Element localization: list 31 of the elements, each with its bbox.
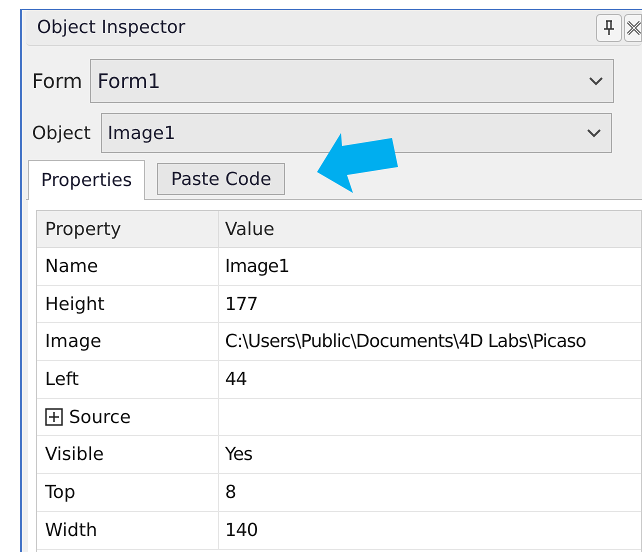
property-value: 44 <box>225 368 247 392</box>
property-name: Visible <box>45 443 104 468</box>
close-button[interactable] <box>624 14 642 42</box>
column-header: Value <box>224 218 276 242</box>
property-value: 177 <box>225 292 258 317</box>
tab[interactable]: Properties <box>28 160 145 200</box>
chevron-icon <box>589 76 604 86</box>
property-name: Top <box>45 480 76 505</box>
property-name: Left <box>45 368 79 392</box>
form-label: Form <box>32 68 82 95</box>
object-label: Object <box>32 122 91 146</box>
expand-icon[interactable] <box>45 408 63 426</box>
column-header: Property <box>37 211 219 247</box>
property-name: Image <box>45 330 102 354</box>
property-name: Width <box>45 518 98 543</box>
property-value: 8 <box>225 480 236 505</box>
form-dropdown[interactable]: Form1 <box>90 59 614 103</box>
pin-icon <box>603 20 615 36</box>
property-value: 140 <box>225 518 258 543</box>
property-value: C:\Users\Public\Documents\4D Labs\Picaso <box>225 330 586 354</box>
chevron-icon <box>586 128 601 138</box>
property-name: Height <box>45 292 105 317</box>
close-icon <box>627 20 641 34</box>
pin-button[interactable] <box>596 14 622 42</box>
property-value: Yes <box>225 443 252 468</box>
panel-title: Object Inspector <box>37 16 186 40</box>
property-name: Source <box>69 406 131 430</box>
tab[interactable]: Paste Code <box>156 163 286 195</box>
object-dropdown[interactable]: Image1 <box>100 113 612 153</box>
property-value: Image1 <box>225 254 290 279</box>
property-name: Name <box>45 254 98 279</box>
